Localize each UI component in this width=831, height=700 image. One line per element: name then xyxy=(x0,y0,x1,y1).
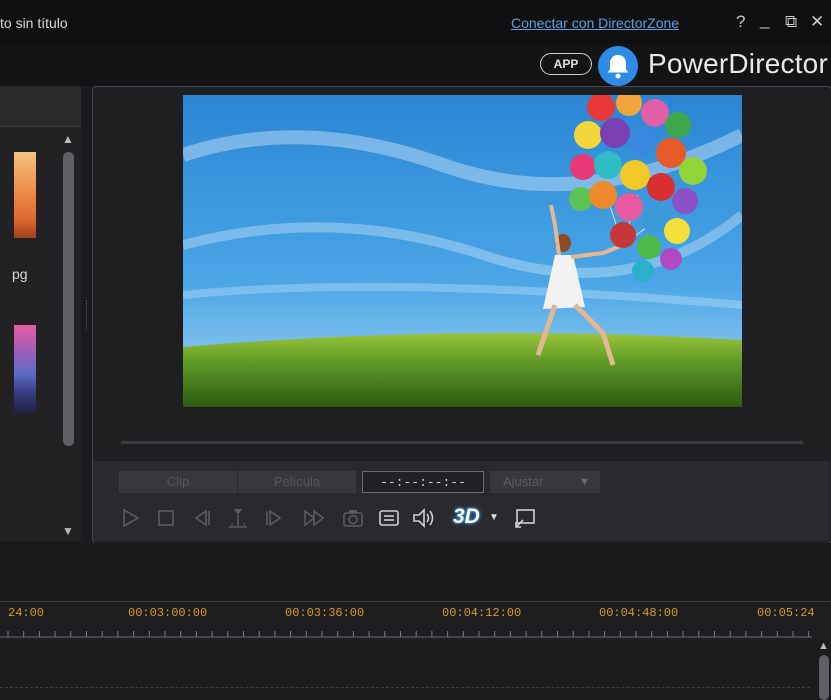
subtitle-icon[interactable] xyxy=(377,506,401,530)
close-button[interactable]: ✕ xyxy=(810,12,824,32)
ruler-label: 00:03:00:00 xyxy=(128,606,208,620)
media-thumbnail[interactable] xyxy=(14,325,36,413)
title-bar xyxy=(0,0,831,44)
preview-image xyxy=(183,95,742,407)
bell-icon xyxy=(607,55,629,79)
chevron-down-icon[interactable]: ▼ xyxy=(489,512,499,523)
ruler-label: 00:03:36:00 xyxy=(285,606,365,620)
next-frame-icon[interactable] xyxy=(263,506,287,530)
timecode-field[interactable]: --:--:--:-- xyxy=(362,471,484,493)
split-icon[interactable] xyxy=(226,506,250,530)
timeline-track-area[interactable] xyxy=(0,640,831,700)
notification-button[interactable] xyxy=(598,46,638,86)
restore-button[interactable]: ⧉ xyxy=(785,12,797,32)
ruler-ticks xyxy=(0,631,812,638)
ruler-label: 00:04:48:00 xyxy=(599,606,679,620)
prev-frame-icon[interactable] xyxy=(189,506,213,530)
ruler-label: 00:05:24 xyxy=(757,606,815,620)
window-title: to sin título xyxy=(0,15,68,31)
library-scrollbar[interactable] xyxy=(63,152,74,446)
scroll-up-arrow[interactable]: ▲ xyxy=(818,640,829,652)
help-button[interactable]: ? xyxy=(736,12,745,32)
stop-icon[interactable] xyxy=(154,506,178,530)
track-divider xyxy=(0,687,810,689)
brand-name: PowerDirector xyxy=(648,48,828,79)
library-tab-bar xyxy=(0,86,81,127)
panel-resize-grip[interactable] xyxy=(86,300,89,330)
volume-icon[interactable] xyxy=(411,506,435,530)
ruler-label: 00:04:12:00 xyxy=(442,606,522,620)
3d-mode-button[interactable]: 3D xyxy=(453,505,480,529)
media-thumbnail[interactable] xyxy=(14,152,36,238)
scroll-up-arrow[interactable]: ▲ xyxy=(62,132,74,146)
ruler-label: 24:00 xyxy=(8,606,45,620)
minimize-button[interactable]: _ xyxy=(760,10,769,30)
undock-icon[interactable] xyxy=(513,506,537,530)
snapshot-icon[interactable] xyxy=(341,506,365,530)
tab-pelicula[interactable]: Película xyxy=(238,471,356,493)
scroll-down-arrow[interactable]: ▼ xyxy=(62,524,74,538)
timeline-toolbar-area xyxy=(0,543,831,601)
tab-clip[interactable]: Clip xyxy=(119,471,237,493)
media-filename: pg xyxy=(12,266,28,282)
fit-dropdown[interactable]: Ajustar ▼ xyxy=(490,471,600,493)
app-button[interactable]: APP xyxy=(540,53,592,75)
play-icon[interactable] xyxy=(119,506,143,530)
fit-label: Ajustar xyxy=(503,474,544,489)
chevron-down-icon: ▼ xyxy=(579,476,590,488)
fast-forward-icon[interactable] xyxy=(302,506,326,530)
timeline-scrollbar[interactable] xyxy=(819,655,829,700)
preview-seek-bar[interactable] xyxy=(121,441,803,444)
directorzone-link[interactable]: Conectar con DirectorZone xyxy=(511,15,679,31)
